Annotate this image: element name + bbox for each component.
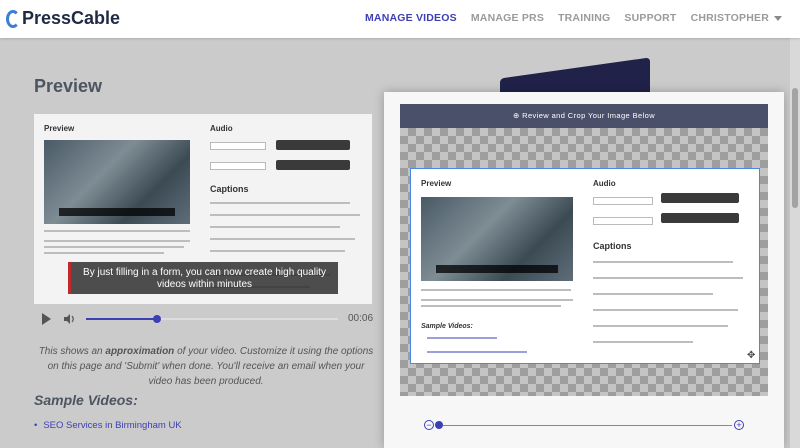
page-title: Preview: [34, 76, 103, 96]
brand-name: PressCable: [22, 8, 121, 28]
crop-preview-label: Preview: [421, 179, 452, 188]
video-thumbnail[interactable]: [44, 140, 190, 224]
voice-audio-player[interactable]: [276, 160, 350, 170]
caption-field-line: [210, 226, 340, 228]
audio-label: Audio: [210, 124, 233, 133]
crop-video-caption-strip: [436, 265, 558, 273]
caption-field-line: [210, 238, 355, 240]
play-icon[interactable]: [42, 313, 51, 325]
crop-selection-frame[interactable]: Preview Sample Videos: Audio Captions ✥: [410, 168, 760, 364]
preview-description: This shows an approximation of your vide…: [36, 344, 376, 389]
chevron-down-icon: [774, 15, 782, 21]
crop-caption-line: [593, 261, 733, 263]
crop-caption-line: [593, 277, 743, 279]
inner-preview-label: Preview: [44, 124, 75, 133]
nav-training[interactable]: TRAINING: [558, 12, 610, 24]
mini-desc-line: [44, 240, 190, 242]
crop-music-select: [593, 197, 653, 205]
brand-logo[interactable]: PressCable: [6, 8, 120, 29]
crop-image-dialog: ⊕ Review and Crop Your Image Below Previ…: [384, 92, 784, 448]
description-emphasis: approximation: [105, 346, 175, 357]
mini-desc-line: [44, 246, 184, 248]
caption-field-line: [210, 250, 345, 252]
video-progress-fill: [86, 318, 157, 320]
crop-canvas[interactable]: Preview Sample Videos: Audio Captions ✥: [400, 128, 768, 396]
crop-caption-line: [593, 309, 738, 311]
nav-support[interactable]: SUPPORT: [624, 12, 676, 24]
zoom-in-button[interactable]: +: [734, 420, 744, 430]
scrollbar-thumb[interactable]: [792, 88, 798, 208]
voice-select[interactable]: [210, 162, 266, 170]
video-progress-handle[interactable]: [152, 315, 161, 323]
music-select[interactable]: [210, 142, 266, 150]
page-scrollbar[interactable]: [790, 38, 800, 448]
video-progress-track[interactable]: [86, 315, 338, 323]
nav-manage-videos[interactable]: MANAGE VIDEOS: [365, 12, 457, 24]
crop-sample-link: [427, 337, 497, 339]
nav-user-menu[interactable]: CHRISTOPHER: [691, 12, 782, 24]
video-player-controls: 00:06: [36, 310, 374, 328]
zoom-handle[interactable]: [435, 421, 443, 429]
captions-label: Captions: [210, 184, 249, 194]
music-audio-player[interactable]: [276, 140, 350, 150]
mini-progress: [44, 230, 190, 232]
video-caption-strip: [58, 208, 176, 216]
volume-icon[interactable]: [64, 313, 76, 325]
main-nav: MANAGE VIDEOS MANAGE PRS TRAINING SUPPOR…: [365, 12, 782, 24]
video-time: 00:06: [348, 313, 374, 324]
zoom-track[interactable]: [436, 425, 732, 426]
sample-videos-heading: Sample Videos:: [34, 392, 138, 408]
top-navbar: PressCable MANAGE VIDEOS MANAGE PRS TRAI…: [0, 0, 800, 38]
nav-manage-prs[interactable]: MANAGE PRS: [471, 12, 544, 24]
crop-caption-line: [593, 293, 713, 295]
sample-video-link[interactable]: SEO Services in Birmingham UK: [34, 420, 181, 431]
caption-field-line: [210, 214, 360, 216]
description-text: This shows an: [38, 346, 106, 357]
crop-mini-progress: [421, 289, 571, 291]
brand-logo-icon: [6, 9, 20, 28]
crop-dialog-header: ⊕ Review and Crop Your Image Below: [400, 104, 768, 128]
zoom-out-button[interactable]: −: [424, 420, 434, 430]
crop-caption-line: [593, 325, 728, 327]
zoom-slider[interactable]: − +: [424, 420, 744, 432]
mini-desc-line: [44, 252, 164, 254]
crop-desc-line: [421, 305, 561, 307]
crop-caption-line: [593, 341, 693, 343]
crop-voice-select: [593, 217, 653, 225]
crop-sample-label: Sample Videos:: [421, 323, 473, 330]
crop-video-thumbnail: [421, 197, 573, 281]
video-caption-overlay: By just filling in a form, you can now c…: [68, 262, 338, 294]
crop-desc-line: [421, 299, 573, 301]
crop-voice-player: [661, 213, 739, 223]
caption-field-line: [210, 202, 350, 204]
crop-music-player: [661, 193, 739, 203]
crop-captions-label: Captions: [593, 241, 632, 251]
user-name: CHRISTOPHER: [690, 12, 769, 24]
move-icon[interactable]: ✥: [747, 351, 757, 361]
crop-sample-link: [427, 351, 527, 353]
crop-audio-label: Audio: [593, 179, 616, 188]
